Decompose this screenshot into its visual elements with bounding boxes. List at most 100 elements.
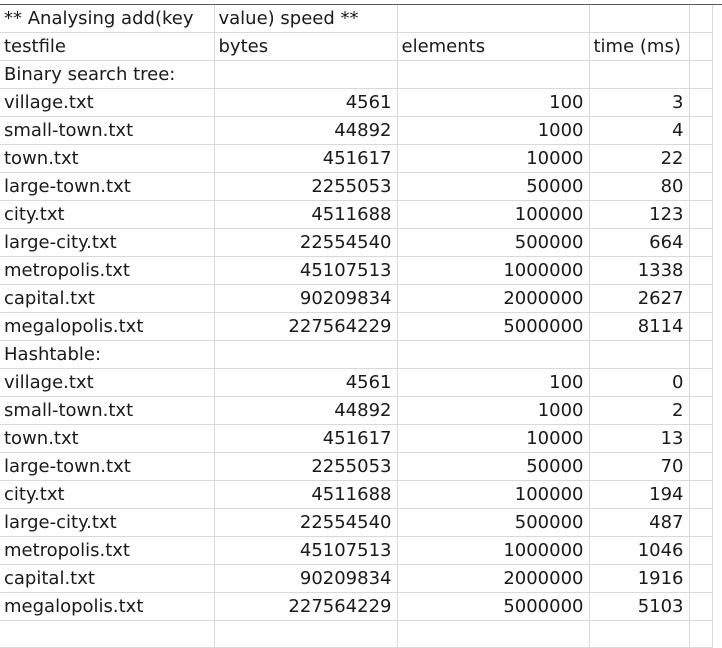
cell-bytes[interactable]: 44892	[214, 116, 398, 145]
cell-elements[interactable]: 10000	[397, 424, 590, 453]
cell-bytes[interactable]: 4561	[214, 368, 398, 397]
cell-empty[interactable]	[214, 60, 398, 89]
cell-empty[interactable]	[689, 312, 713, 341]
cell-bytes[interactable]: 45107513	[214, 256, 398, 285]
cell-empty[interactable]	[689, 144, 713, 173]
cell-time[interactable]: 123	[589, 200, 690, 229]
cell-time[interactable]: 1046	[589, 536, 690, 565]
cell-testfile[interactable]: large-city.txt	[0, 508, 215, 537]
cell-time[interactable]: 4	[589, 116, 690, 145]
cell-testfile[interactable]: metropolis.txt	[0, 256, 215, 285]
cell-empty[interactable]	[689, 5, 713, 33]
cell-title-b[interactable]: value) speed **	[214, 5, 398, 33]
cell-time[interactable]: 2627	[589, 284, 690, 313]
header-elements[interactable]: elements	[397, 32, 590, 61]
cell-bytes[interactable]: 90209834	[214, 284, 398, 313]
cell-empty[interactable]	[589, 620, 690, 648]
cell-empty[interactable]	[397, 5, 590, 33]
cell-empty[interactable]	[689, 564, 713, 593]
cell-testfile[interactable]: large-town.txt	[0, 452, 215, 481]
cell-time[interactable]: 8114	[589, 312, 690, 341]
cell-time[interactable]: 487	[589, 508, 690, 537]
cell-empty[interactable]	[689, 228, 713, 257]
cell-elements[interactable]: 1000000	[397, 536, 590, 565]
cell-testfile[interactable]: small-town.txt	[0, 396, 215, 425]
cell-bytes[interactable]: 2255053	[214, 172, 398, 201]
cell-empty[interactable]	[689, 396, 713, 425]
cell-empty[interactable]	[689, 116, 713, 145]
cell-elements[interactable]: 1000	[397, 396, 590, 425]
cell-elements[interactable]: 5000000	[397, 312, 590, 341]
cell-time[interactable]: 1338	[589, 256, 690, 285]
cell-bytes[interactable]: 451617	[214, 424, 398, 453]
cell-bytes[interactable]: 227564229	[214, 312, 398, 341]
cell-empty[interactable]	[689, 452, 713, 481]
cell-elements[interactable]: 500000	[397, 228, 590, 257]
cell-empty[interactable]	[689, 60, 713, 89]
cell-testfile[interactable]: village.txt	[0, 88, 215, 117]
cell-bytes[interactable]: 44892	[214, 396, 398, 425]
cell-time[interactable]: 13	[589, 424, 690, 453]
cell-bytes[interactable]: 90209834	[214, 564, 398, 593]
cell-bytes[interactable]: 45107513	[214, 536, 398, 565]
cell-elements[interactable]: 1000	[397, 116, 590, 145]
cell-empty[interactable]	[689, 256, 713, 285]
cell-empty[interactable]	[689, 172, 713, 201]
cell-empty[interactable]	[589, 340, 690, 369]
cell-time[interactable]: 664	[589, 228, 690, 257]
cell-testfile[interactable]: metropolis.txt	[0, 536, 215, 565]
cell-empty[interactable]	[397, 620, 590, 648]
header-time[interactable]: time (ms)	[589, 32, 690, 61]
cell-empty[interactable]	[589, 5, 690, 33]
cell-bytes[interactable]: 4561	[214, 88, 398, 117]
cell-testfile[interactable]: city.txt	[0, 480, 215, 509]
cell-testfile[interactable]: megalopolis.txt	[0, 592, 215, 621]
cell-time[interactable]: 5103	[589, 592, 690, 621]
header-testfile[interactable]: testfile	[0, 32, 215, 61]
cell-testfile[interactable]: city.txt	[0, 200, 215, 229]
cell-bytes[interactable]: 4511688	[214, 200, 398, 229]
cell-elements[interactable]: 50000	[397, 452, 590, 481]
cell-empty[interactable]	[689, 284, 713, 313]
cell-testfile[interactable]: town.txt	[0, 144, 215, 173]
cell-time[interactable]: 2	[589, 396, 690, 425]
cell-testfile[interactable]: capital.txt	[0, 564, 215, 593]
cell-empty[interactable]	[689, 32, 713, 61]
cell-time[interactable]: 194	[589, 480, 690, 509]
cell-testfile[interactable]: village.txt	[0, 368, 215, 397]
cell-time[interactable]: 80	[589, 172, 690, 201]
cell-empty[interactable]	[214, 620, 398, 648]
section-label[interactable]: Hashtable:	[0, 340, 215, 369]
cell-elements[interactable]: 50000	[397, 172, 590, 201]
cell-elements[interactable]: 500000	[397, 508, 590, 537]
cell-empty[interactable]	[689, 340, 713, 369]
cell-empty[interactable]	[689, 368, 713, 397]
cell-testfile[interactable]: capital.txt	[0, 284, 215, 313]
cell-empty[interactable]	[689, 200, 713, 229]
cell-elements[interactable]: 100000	[397, 480, 590, 509]
cell-empty[interactable]	[689, 536, 713, 565]
cell-bytes[interactable]: 451617	[214, 144, 398, 173]
cell-time[interactable]: 70	[589, 452, 690, 481]
cell-empty[interactable]	[689, 424, 713, 453]
cell-time[interactable]: 1916	[589, 564, 690, 593]
cell-elements[interactable]: 2000000	[397, 284, 590, 313]
cell-empty[interactable]	[689, 620, 713, 648]
cell-time[interactable]: 3	[589, 88, 690, 117]
cell-elements[interactable]: 100	[397, 88, 590, 117]
cell-empty[interactable]	[397, 60, 590, 89]
cell-testfile[interactable]: megalopolis.txt	[0, 312, 215, 341]
cell-testfile[interactable]: town.txt	[0, 424, 215, 453]
cell-testfile[interactable]: small-town.txt	[0, 116, 215, 145]
cell-bytes[interactable]: 2255053	[214, 452, 398, 481]
cell-empty[interactable]	[214, 340, 398, 369]
cell-elements[interactable]: 100	[397, 368, 590, 397]
cell-empty[interactable]	[397, 340, 590, 369]
cell-empty[interactable]	[689, 592, 713, 621]
section-label[interactable]: Binary search tree:	[0, 60, 215, 89]
cell-bytes[interactable]: 22554540	[214, 228, 398, 257]
cell-testfile[interactable]: large-city.txt	[0, 228, 215, 257]
cell-empty[interactable]	[689, 88, 713, 117]
cell-time[interactable]: 0	[589, 368, 690, 397]
cell-bytes[interactable]: 22554540	[214, 508, 398, 537]
